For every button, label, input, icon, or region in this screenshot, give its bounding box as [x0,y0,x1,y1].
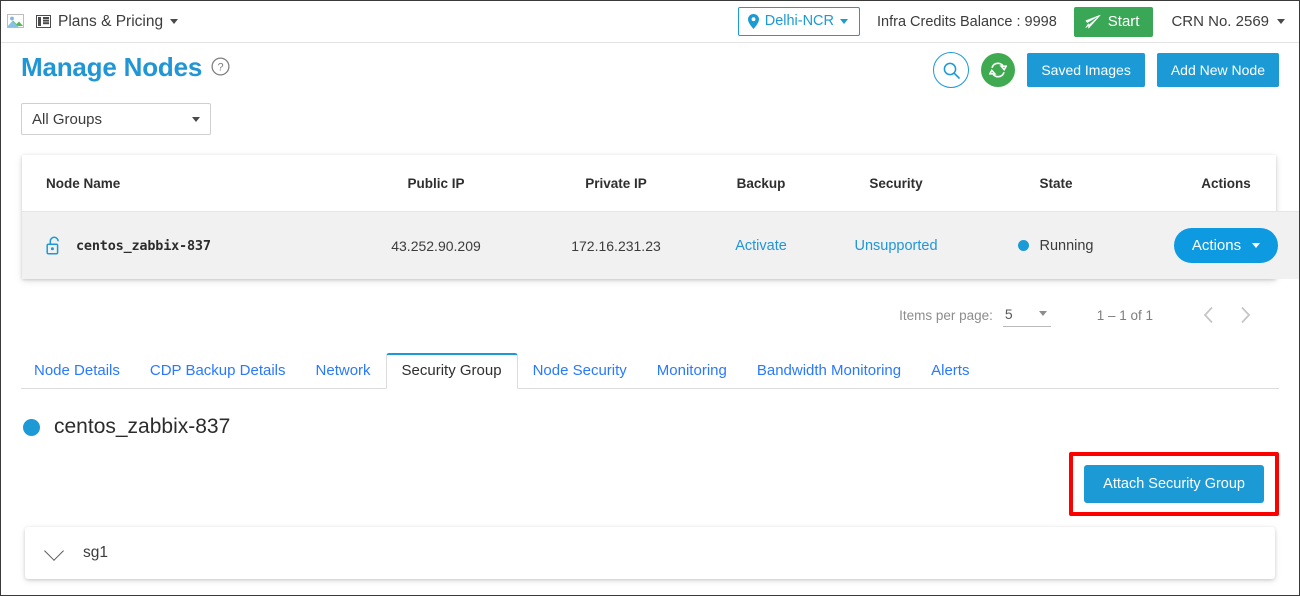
status-dot-icon [23,418,40,436]
items-per-page-value: 5 [1004,305,1013,322]
chevron-down-icon [192,116,200,122]
region-label: Delhi-NCR [764,13,835,29]
page-header: Manage Nodes ? Saved Images Add New Node [1,43,1299,91]
search-icon [943,62,960,79]
plans-and-pricing-label: Plans & Pricing [58,12,164,30]
table-header-row: Node Name Public IP Private IP Backup Se… [22,155,1299,212]
table-paginator: Items per page: 5 1 – 1 of 1 [1,279,1299,333]
cell-private-ip: 172.16.231.23 [526,211,706,279]
refresh-icon [989,62,1008,78]
cell-backup: Activate [706,211,816,279]
column-header-node-name: Node Name [22,155,346,212]
cell-security: Unsupported [816,211,976,279]
tab-network[interactable]: Network [301,362,386,388]
items-per-page-select[interactable]: 5 [1002,304,1051,327]
table-header: Node Name Public IP Private IP Backup Se… [22,155,1299,212]
cell-node-name: centos_zabbix-837 [22,211,346,279]
table-body: centos_zabbix-837 43.252.90.209 172.16.2… [22,211,1299,279]
state-text: Running [1039,237,1094,254]
app-window: Plans & Pricing Delhi-NCR Infra Credits … [0,0,1300,596]
row-actions-label: Actions [1191,237,1242,254]
start-button[interactable]: Start [1073,6,1154,37]
add-new-node-button[interactable]: Add New Node [1156,53,1279,87]
cell-public-ip: 43.252.90.209 [346,211,526,279]
start-button-label: Start [1107,12,1140,30]
column-header-state: State [976,155,1136,212]
column-header-private-ip: Private IP [526,155,706,212]
detail-tabs: Node Details CDP Backup Details Network … [21,353,1279,389]
activate-backup-link[interactable]: Activate [735,238,787,254]
nodes-table-card: Node Name Public IP Private IP Backup Se… [22,155,1299,279]
tab-node-details[interactable]: Node Details [21,362,135,388]
chevron-down-icon [1038,311,1047,316]
tab-monitoring[interactable]: Monitoring [642,362,742,388]
tab-security-group[interactable]: Security Group [385,353,518,389]
refresh-button[interactable] [981,53,1016,87]
top-bar-right-group: Delhi-NCR Infra Credits Balance : 9998 S… [737,6,1285,37]
nodes-table: Node Name Public IP Private IP Backup Se… [22,155,1299,279]
row-actions-button[interactable]: Actions [1173,228,1279,263]
list-icon [36,15,51,28]
page-range-label: 1 – 1 of 1 [1096,307,1153,323]
group-filter-select[interactable]: All Groups [21,103,211,135]
previous-page-button[interactable] [1191,297,1227,333]
broken-image-icon [7,13,24,30]
send-icon [1085,14,1101,28]
help-icon[interactable]: ? [211,56,230,81]
svg-text:?: ? [218,61,224,73]
page-title: Manage Nodes [21,51,203,82]
attach-security-group-row: Attach Security Group [1,439,1299,516]
unlocked-padlock-icon [46,236,59,255]
tab-cdp-backup-details[interactable]: CDP Backup Details [135,362,301,388]
security-unsupported-link[interactable]: Unsupported [854,238,937,254]
column-header-security: Security [816,155,976,212]
top-navigation-bar: Plans & Pricing Delhi-NCR Infra Credits … [1,1,1299,43]
group-filter-value: All Groups [32,110,103,128]
chevron-down-icon [840,18,849,24]
search-button[interactable] [933,52,970,88]
cell-actions: Actions [1136,211,1299,279]
chevron-right-icon [1241,306,1251,324]
chevron-left-icon [1203,306,1213,324]
crn-selector[interactable]: CRN No. 2569 [1153,13,1285,30]
table-row[interactable]: centos_zabbix-837 43.252.90.209 172.16.2… [22,211,1299,279]
region-selector[interactable]: Delhi-NCR [737,7,861,36]
tab-bandwidth-monitoring[interactable]: Bandwidth Monitoring [742,362,916,388]
cell-state: Running [976,211,1136,279]
infra-credits-balance: Infra Credits Balance : 9998 [877,13,1057,30]
chevron-down-icon [170,19,179,24]
highlight-annotation-box: Attach Security Group [1069,452,1279,516]
plans-and-pricing-menu[interactable]: Plans & Pricing [36,12,179,31]
tab-alerts[interactable]: Alerts [916,362,984,388]
selected-node-heading: centos_zabbix-837 [1,389,1299,439]
security-groups-list: sg1 [25,527,1275,579]
crn-label: CRN No. 2569 [1171,13,1269,30]
tab-node-security[interactable]: Node Security [518,362,642,388]
node-name-text: centos_zabbix-837 [76,237,211,254]
status-dot-icon [1018,240,1030,251]
column-header-actions: Actions [1136,155,1299,212]
saved-images-button[interactable]: Saved Images [1027,53,1145,87]
security-group-expansion-panel[interactable]: sg1 [25,527,1275,579]
items-per-page-label: Items per page: [899,307,993,323]
column-header-backup: Backup [706,155,816,212]
column-header-public-ip: Public IP [346,155,526,212]
filter-bar: All Groups [1,91,1299,135]
header-action-group: Saved Images Add New Node [933,52,1279,88]
attach-security-group-button[interactable]: Attach Security Group [1084,465,1264,503]
chevron-down-icon [1252,243,1261,248]
security-group-name: sg1 [83,544,108,561]
next-page-button[interactable] [1227,297,1263,333]
selected-node-name: centos_zabbix-837 [54,415,231,438]
chevron-down-icon [1277,19,1285,24]
location-pin-icon [747,13,759,29]
chevron-down-icon [44,540,64,561]
